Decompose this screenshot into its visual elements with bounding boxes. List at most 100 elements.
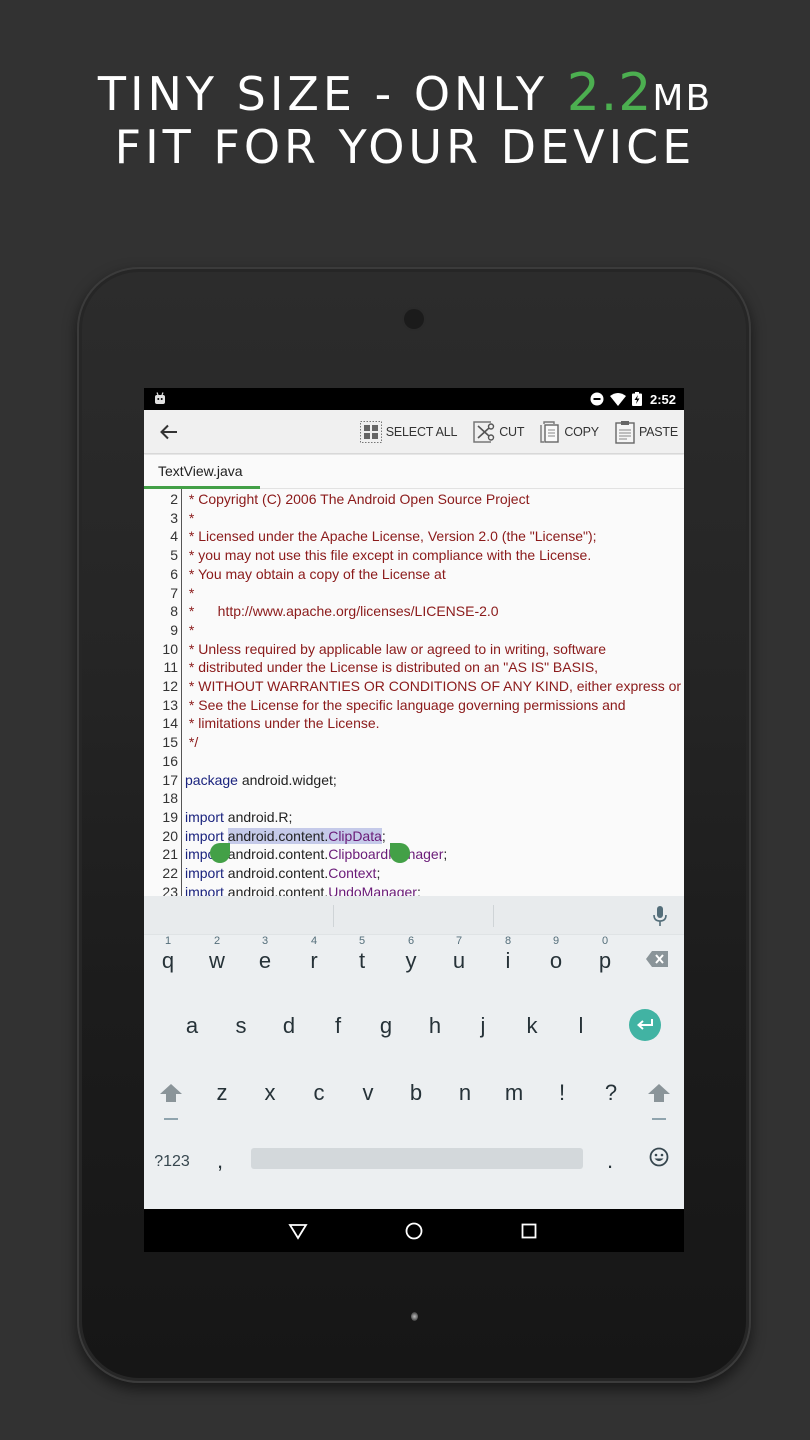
code-token-plain: android.content. [223, 865, 329, 881]
key-b[interactable]: b [402, 1080, 430, 1106]
code-token-comment: * [185, 621, 195, 638]
paste-button[interactable]: PASTE [615, 420, 678, 444]
shift-right-icon[interactable] [648, 1084, 670, 1102]
suggestion-divider [493, 905, 494, 927]
code-token-comment: * you may not use this file except in co… [185, 547, 592, 564]
line-source: * Licensed under the Apache License, Ver… [185, 527, 597, 546]
key-hint: 7 [455, 935, 463, 947]
select-all-button[interactable]: SELECT ALL [359, 421, 457, 443]
line-source: */ [185, 733, 198, 752]
emoji-icon[interactable] [649, 1147, 669, 1167]
copy-button[interactable]: COPY [540, 421, 599, 443]
comma-key[interactable]: , [210, 1148, 230, 1174]
key-hint: 8 [504, 935, 512, 947]
key-v[interactable]: v [354, 1080, 382, 1106]
key-exclamation[interactable]: ! [548, 1080, 576, 1106]
code-line: 19 import android.R; [144, 808, 684, 827]
paste-label: PASTE [638, 425, 678, 439]
line-number: 21 [162, 846, 178, 863]
line-number: 7 [170, 584, 178, 601]
space-key[interactable] [251, 1148, 583, 1169]
cut-label: CUT [499, 425, 525, 439]
code-token-kw: package [185, 771, 238, 788]
key-m[interactable]: m [500, 1080, 528, 1106]
line-number: 22 [162, 865, 178, 881]
key-g[interactable]: g [372, 1013, 400, 1039]
key-s[interactable]: s [227, 1013, 255, 1039]
key-a[interactable]: a [178, 1013, 206, 1039]
code-line: 2 * Copyright (C) 2006 The Android Open … [144, 490, 684, 509]
do-not-disturb-icon [590, 392, 604, 406]
period-key[interactable]: . [600, 1148, 620, 1174]
backspace-icon[interactable] [646, 951, 668, 967]
key-question[interactable]: ? [597, 1080, 625, 1106]
key-u[interactable]: 7u [445, 935, 473, 974]
select-all-icon [359, 421, 382, 443]
key-label: x [264, 1080, 276, 1105]
key-p[interactable]: 0p [591, 935, 619, 974]
selected-text: ClipData [328, 827, 382, 844]
line-number: 20 [162, 827, 178, 844]
key-c[interactable]: c [305, 1080, 333, 1106]
key-x[interactable]: x [256, 1080, 284, 1106]
key-q[interactable]: 1q [154, 935, 182, 974]
key-w[interactable]: 2w [203, 935, 231, 974]
key-h[interactable]: h [421, 1013, 449, 1039]
home-circle-icon[interactable] [404, 1221, 424, 1241]
code-line: 15 */ [144, 733, 684, 752]
symbols-key[interactable]: ?123 [152, 1149, 192, 1175]
code-token-kw: import [185, 827, 224, 844]
key-o[interactable]: 9o [542, 935, 570, 974]
key-t[interactable]: 5t [348, 935, 376, 974]
key-d[interactable]: d [275, 1013, 303, 1039]
line-number: 4 [170, 528, 178, 545]
line-source: package android.widget; [185, 771, 337, 790]
key-hint: 1 [164, 935, 172, 947]
back-triangle-icon[interactable] [288, 1221, 308, 1241]
key-l[interactable]: l [567, 1013, 595, 1039]
key-label: g [379, 1013, 393, 1038]
arrow-back-icon[interactable] [158, 421, 180, 443]
tab-textview-java[interactable]: TextView.java [144, 455, 260, 489]
key-z[interactable]: z [208, 1080, 236, 1106]
line-source: * See the License for the specific langu… [185, 696, 626, 715]
line-number: 16 [162, 752, 178, 769]
key-j[interactable]: j [469, 1013, 497, 1039]
selected-text: android.content. [227, 827, 329, 844]
code-editor[interactable]: 2 * Copyright (C) 2006 The Android Open … [144, 489, 684, 896]
code-token-plain: android.widget; [237, 771, 337, 788]
selection-start-handle[interactable] [210, 843, 230, 863]
line-source: import android.content.ClipData; [185, 827, 386, 846]
selection-end-handle[interactable] [390, 843, 410, 863]
key-n[interactable]: n [451, 1080, 479, 1106]
headline-line-2: FIT FOR YOUR DEVICE [114, 120, 696, 174]
line-source: import android.content.UndoManager; [185, 883, 421, 896]
status-bar: 2:52 [144, 388, 684, 410]
code-token-cls: UndoManager [328, 883, 417, 896]
key-e[interactable]: 3e [251, 935, 279, 974]
key-f[interactable]: f [324, 1013, 352, 1039]
key-hint: 9 [552, 935, 560, 947]
code-token-comment: * distributed under the License is distr… [185, 659, 599, 676]
key-y[interactable]: 6y [397, 935, 425, 974]
microphone-icon[interactable] [652, 905, 668, 927]
line-number: 18 [162, 790, 178, 807]
recents-square-icon[interactable] [519, 1221, 539, 1241]
shift-left-icon[interactable] [160, 1084, 182, 1102]
cut-button[interactable]: CUT [473, 421, 525, 443]
line-number: 23 [162, 883, 178, 896]
key-r[interactable]: 4r [300, 935, 328, 974]
key-i[interactable]: 8i [494, 935, 522, 974]
code-token-kw: import [185, 865, 224, 881]
line-number: 9 [170, 621, 178, 638]
status-time: 2:52 [649, 391, 676, 407]
key-label: z [216, 1080, 228, 1105]
enter-key[interactable] [629, 1009, 661, 1041]
line-source: * WITHOUT WARRANTIES OR CONDITIONS OF AN… [185, 677, 684, 696]
key-hint: 6 [407, 935, 415, 947]
headline-size-unit: MB [652, 78, 713, 119]
code-line: 6 * You may obtain a copy of the License… [144, 565, 684, 584]
light-sensor [411, 1312, 418, 1321]
key-k[interactable]: k [518, 1013, 546, 1039]
line-source: * [185, 509, 194, 528]
